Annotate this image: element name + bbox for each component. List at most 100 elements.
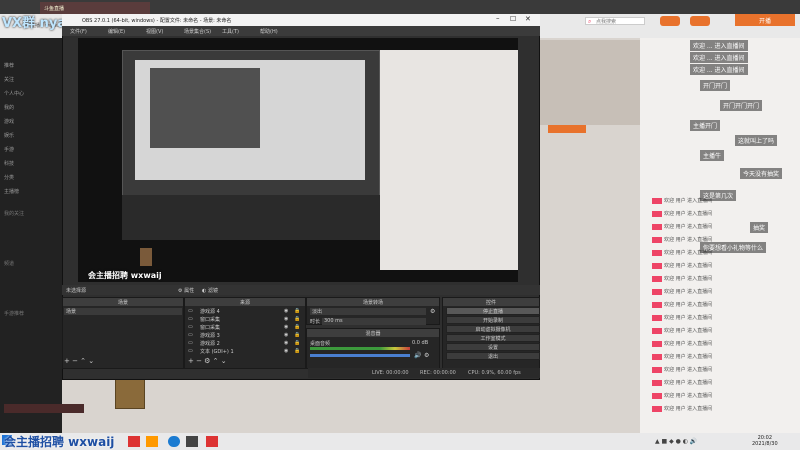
chat-row[interactable]: 欢迎 用户 进入直播间: [652, 210, 792, 219]
sidebar-item[interactable]: 个人中心: [4, 90, 24, 97]
user-badge-icon: [652, 197, 662, 204]
chat-row[interactable]: 欢迎 用户 进入直播间: [652, 353, 792, 362]
browser-icon[interactable]: [168, 436, 180, 447]
chat-row[interactable]: 欢迎 用户 进入直播间: [652, 340, 792, 349]
lock-icon[interactable]: 🔒: [294, 340, 300, 346]
chat-text: 欢迎 用户 进入直播间: [664, 341, 713, 347]
visibility-eye-icon[interactable]: ◉: [284, 340, 288, 346]
scene-item[interactable]: 场景: [64, 308, 182, 315]
sidebar-item[interactable]: 游戏: [4, 118, 14, 125]
add-source-icon[interactable]: + − ⚙ ⌃ ⌄: [188, 357, 227, 365]
clock[interactable]: 20:02 2021/8/30: [752, 435, 778, 447]
share-button[interactable]: [4, 404, 84, 413]
speaker-icon[interactable]: 🔊: [414, 352, 421, 359]
go-live-button[interactable]: 开播: [735, 14, 795, 26]
maximize-icon[interactable]: ☐: [510, 15, 516, 23]
user-badge-icon: [652, 301, 662, 308]
chat-row[interactable]: 欢迎 用户 进入直播间: [652, 301, 792, 310]
visibility-eye-icon[interactable]: ◉: [284, 348, 288, 354]
danmaku-message: 主播牛: [700, 150, 725, 161]
add-scene-icon[interactable]: + − ⌃ ⌄: [64, 357, 94, 365]
sidebar-item[interactable]: 关注: [4, 76, 14, 83]
chat-row[interactable]: 欢迎 用户 进入直播间: [652, 366, 792, 375]
obs-icon[interactable]: [186, 436, 198, 447]
control-button[interactable]: 开始录制: [446, 316, 540, 324]
visibility-eye-icon[interactable]: ◉: [284, 332, 288, 338]
filters-button[interactable]: ◐ 滤镜: [202, 287, 218, 294]
lock-icon[interactable]: 🔒: [294, 332, 300, 338]
chat-row[interactable]: 欢迎 用户 进入直播间: [652, 379, 792, 388]
sidebar-item[interactable]: 娱乐: [4, 132, 14, 139]
search-input[interactable]: 点我搜索: [585, 17, 645, 25]
obs-title-bar: OBS 27.0.1 (64-bit, windows) - 配置文件: 未命名…: [62, 14, 540, 26]
properties-button[interactable]: ⚙ 属性: [178, 287, 194, 294]
obs-menu-item[interactable]: 工具(T): [222, 28, 239, 35]
obs-menu-item[interactable]: 视图(V): [146, 28, 163, 35]
subscribe-button[interactable]: [548, 125, 586, 133]
visibility-eye-icon[interactable]: ◉: [284, 324, 288, 330]
sidebar-item[interactable]: 我的: [4, 104, 14, 111]
source-item[interactable]: ▭ 游戏源 3 ◉ 🔒: [188, 332, 300, 340]
sidebar-item[interactable]: 科技: [4, 160, 14, 167]
obs-menu-item[interactable]: 编辑(E): [108, 28, 125, 35]
chat-row[interactable]: 欢迎 用户 进入直播间: [652, 223, 792, 232]
sidebar-item[interactable]: 手游: [4, 146, 14, 153]
source-item[interactable]: ▭ 窗口采集 ◉ 🔒: [188, 316, 300, 324]
control-button[interactable]: 退出: [446, 352, 540, 360]
minimize-icon[interactable]: –: [496, 14, 500, 22]
control-button[interactable]: 设置: [446, 343, 540, 351]
chat-row[interactable]: 欢迎 用户 进入直播间: [652, 262, 792, 271]
lock-icon[interactable]: 🔒: [294, 308, 300, 314]
obs-menu-item[interactable]: 文件(F): [70, 28, 87, 35]
sidebar-item[interactable]: 分类: [4, 174, 14, 181]
chat-row[interactable]: 欢迎 用户 进入直播间: [652, 314, 792, 323]
chat-text: 欢迎 用户 进入直播间: [664, 276, 713, 282]
search-icon: ⌕: [588, 18, 592, 25]
chat-row[interactable]: 欢迎 用户 进入直播间: [652, 327, 792, 336]
control-button[interactable]: 工作室模式: [446, 334, 540, 342]
source-type-icon: ▭: [188, 324, 193, 330]
app-icon-red-2[interactable]: [206, 436, 218, 447]
mixer-gear-icon[interactable]: ⚙: [424, 352, 429, 359]
obs-menu-item[interactable]: 场景集合(S): [184, 28, 211, 35]
chat-row[interactable]: 欢迎 用户 进入直播间: [652, 288, 792, 297]
join-message: 欢迎 ... 进入直播间: [690, 52, 748, 63]
lock-icon[interactable]: 🔒: [294, 348, 300, 354]
lock-icon[interactable]: 🔒: [294, 316, 300, 322]
nested-browser-panel: [380, 50, 518, 270]
source-item[interactable]: ▭ 游戏源 2 ◉ 🔒: [188, 340, 300, 348]
visibility-eye-icon[interactable]: ◉: [284, 316, 288, 322]
gift-thumbnail[interactable]: [115, 375, 145, 409]
user-badge-icon: [652, 288, 662, 295]
sidebar-item[interactable]: 主播榜: [4, 188, 19, 195]
control-button[interactable]: 停止直播: [446, 307, 540, 315]
no-source-label: 未选择源: [66, 288, 87, 294]
source-item[interactable]: ▭ 文本 (GDI+) 1 ◉ 🔒: [188, 348, 300, 356]
chat-row[interactable]: 欢迎 用户 进入直播间: [652, 392, 792, 401]
volume-slider[interactable]: [310, 354, 410, 357]
visibility-eye-icon[interactable]: ◉: [284, 308, 288, 314]
duration-label: 时长: [310, 319, 321, 325]
obs-menu-item[interactable]: 帮助(H): [260, 28, 278, 35]
chat-row[interactable]: 欢迎 用户 进入直播间: [652, 275, 792, 284]
source-item[interactable]: ▭ 游戏源 4 ◉ 🔒: [188, 308, 300, 316]
danmaku-message: 这是第几次: [700, 190, 737, 201]
close-icon[interactable]: ✕: [525, 15, 531, 23]
tray-icons[interactable]: ▲ ■ ◆ ● ◐ 🔊: [655, 438, 697, 445]
source-type-icon: ▭: [188, 348, 193, 354]
danmaku-message: 主播开门: [690, 120, 721, 131]
source-item[interactable]: ▭ 窗口采集 ◉ 🔒: [188, 324, 300, 332]
transition-settings-icon[interactable]: ⚙: [430, 308, 435, 315]
transition-select[interactable]: 淡出: [310, 308, 426, 315]
obs-status-bar: LIVE: 00:00:00 REC: 00:00:00 CPU: 0.9%, …: [308, 368, 540, 378]
source-label: 窗口采集: [200, 325, 221, 331]
lock-icon[interactable]: 🔒: [294, 324, 300, 330]
mixer-db: 0.0 dB: [412, 340, 429, 346]
app-icon-orange[interactable]: [146, 436, 158, 447]
user-badge-icon: [652, 223, 662, 230]
duration-input[interactable]: 300 ms: [322, 318, 426, 325]
sidebar-item[interactable]: 推荐: [4, 62, 14, 69]
control-button[interactable]: 启动虚拟摄像机: [446, 325, 540, 333]
app-icon-red[interactable]: [128, 436, 140, 447]
chat-row[interactable]: 欢迎 用户 进入直播间: [652, 405, 792, 414]
